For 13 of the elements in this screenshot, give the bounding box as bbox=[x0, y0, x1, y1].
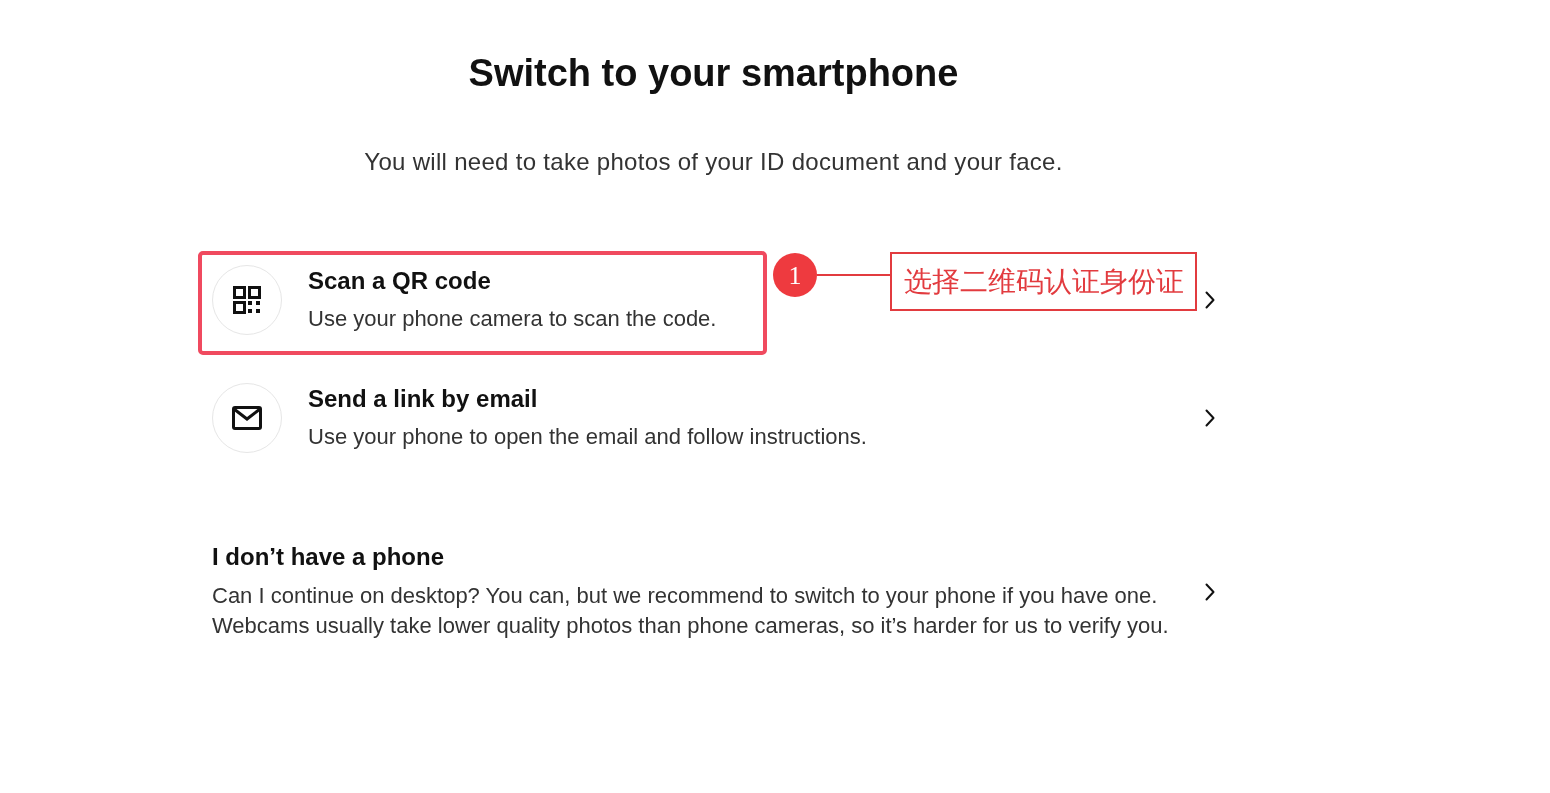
option-description: Use your phone to open the email and follow instructions. bbox=[308, 423, 867, 451]
option-title: Send a link by email bbox=[308, 385, 538, 413]
callout-label: 选择二维码认证身份证 bbox=[890, 252, 1197, 311]
section-title: I don’t have a phone bbox=[212, 542, 445, 572]
subtitle: You will need to take photos of your ID document and your face. bbox=[364, 147, 1063, 177]
page-title: Switch to your smartphone bbox=[468, 51, 959, 95]
option-description: Use your phone camera to scan the code. bbox=[308, 305, 717, 333]
option-title: Scan a QR code bbox=[308, 267, 491, 295]
step-number-badge: 1 bbox=[773, 253, 817, 297]
section-description: Can I continue on desktop? You can, but we recommend to switch to your phone if you have one. Webcams usually take lower quality photos than phone cameras, so it’s harder for us to verify you. bbox=[212, 582, 1169, 640]
chevron-right-icon[interactable] bbox=[1205, 291, 1215, 309]
chevron-right-icon[interactable] bbox=[1205, 582, 1215, 601]
chevron-right-icon[interactable] bbox=[1205, 409, 1215, 427]
